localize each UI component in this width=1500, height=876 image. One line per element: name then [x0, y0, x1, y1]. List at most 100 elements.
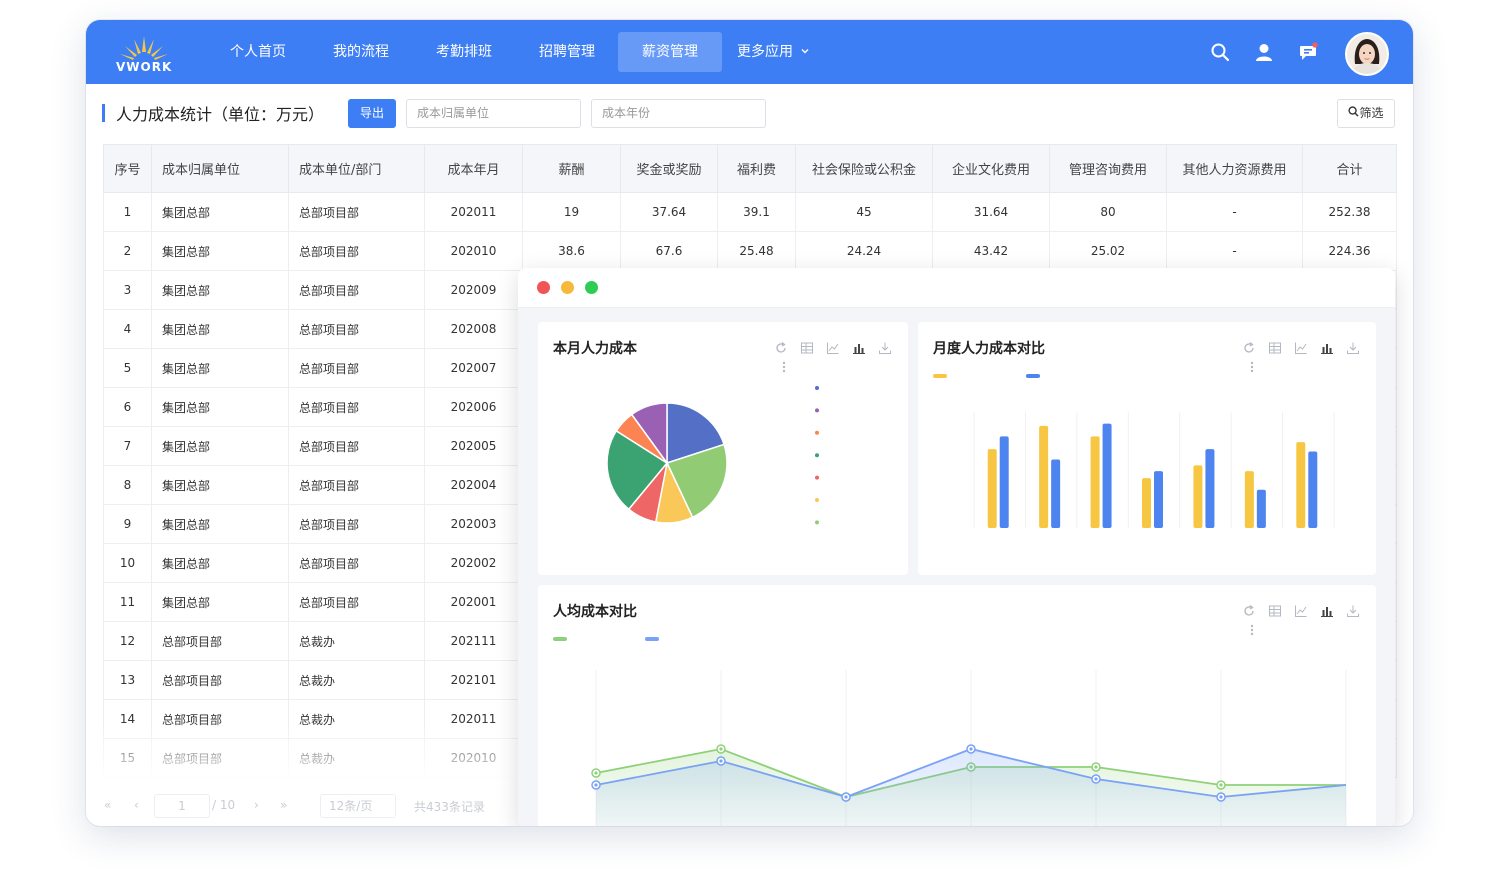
table-cell: 总部项目部 — [151, 660, 289, 700]
total-records: 共433条记录 — [414, 800, 485, 814]
popup-title-bar — [518, 268, 1395, 308]
filter-button[interactable]: 筛选 — [1337, 99, 1395, 128]
legend-marker — [815, 520, 819, 525]
column-header[interactable]: 奖金或奖励 — [620, 144, 718, 193]
table-cell: 总部项目部 — [288, 582, 425, 622]
column-header[interactable]: 福利费 — [717, 144, 796, 193]
table-row[interactable]: 1 集团总部 总部项目部 202011 19 37.64 39.1 45 31.64 80-252… — [103, 192, 1397, 232]
data-point-core — [1094, 777, 1098, 781]
table-cell: 2 — [103, 231, 152, 271]
user-icon[interactable] — [1254, 42, 1274, 62]
last-page-icon[interactable]: » — [280, 798, 287, 812]
page-size-select[interactable]: 12条/页 — [320, 794, 396, 818]
minimize-window-icon[interactable] — [561, 281, 574, 294]
legend-marker — [645, 637, 659, 641]
bar — [1051, 459, 1061, 528]
table-cell: 202006 — [424, 387, 523, 427]
column-header[interactable]: 其他人力资源费用 — [1166, 144, 1303, 193]
page-input[interactable]: 1 — [154, 794, 210, 818]
legend-marker — [553, 637, 567, 641]
table-cell: 集团总部 — [151, 426, 289, 466]
toolbar: 人力成本统计（单位：万元） 导出 成本归属单位 成本年份 筛选 — [86, 84, 1413, 142]
table-cell: 6 — [103, 387, 152, 427]
nav-attendance[interactable]: 考勤排班 — [420, 32, 508, 72]
table-cell: - — [1166, 192, 1303, 232]
nav-recruitment[interactable]: 招聘管理 — [523, 32, 611, 72]
nav-more-apps-label: 更多应用 — [737, 44, 793, 60]
table-cell: 总部项目部 — [288, 387, 425, 427]
table-cell: 202002 — [424, 543, 523, 583]
cost-unit-input[interactable]: 成本归属单位 — [406, 99, 581, 128]
column-header[interactable]: 合计 — [1302, 144, 1397, 193]
legend-marker — [815, 498, 819, 502]
table-cell: 总部项目部 — [288, 231, 425, 271]
table-cell: 202003 — [424, 504, 523, 544]
search-icon — [1348, 106, 1360, 117]
avatar-portrait — [1347, 34, 1387, 74]
maximize-window-icon[interactable] — [585, 281, 598, 294]
nav-home[interactable]: 个人首页 — [214, 32, 302, 72]
column-header[interactable]: 成本单位/部门 — [288, 144, 425, 193]
app-window: VWORK 个人首页 我的流程 考勤排班 招聘管理 薪资管理 更多应用 人力成本… — [86, 20, 1413, 826]
bar — [1142, 478, 1151, 528]
table-cell: 202101 — [424, 660, 523, 700]
pie-chart — [606, 386, 819, 525]
prev-page-icon[interactable]: ‹ — [134, 798, 139, 812]
column-header[interactable]: 管理咨询费用 — [1049, 144, 1167, 193]
message-icon[interactable] — [1298, 42, 1318, 62]
table-cell: 总部项目部 — [288, 426, 425, 466]
export-button[interactable]: 导出 — [348, 99, 396, 128]
table-cell: 总部项目部 — [288, 192, 425, 232]
data-point-core — [1094, 765, 1098, 769]
area-chart — [553, 637, 1347, 826]
column-header[interactable]: 序号 — [103, 144, 152, 193]
table-cell: 25.02 — [1049, 231, 1167, 271]
bar — [1205, 449, 1215, 528]
table-cell: 总部项目部 — [288, 465, 425, 505]
next-page-icon[interactable]: › — [254, 798, 259, 812]
legend-marker — [815, 475, 819, 480]
table-cell: 7 — [103, 426, 152, 466]
column-header[interactable]: 社会保险或公积金 — [795, 144, 933, 193]
table-cell: 37.64 — [620, 192, 718, 232]
table-cell: 202004 — [424, 465, 523, 505]
table-cell: 集团总部 — [151, 387, 289, 427]
bar — [999, 436, 1009, 528]
table-cell: 5 — [103, 348, 152, 388]
bar — [1090, 436, 1100, 528]
table-row[interactable]: 2 集团总部 总部项目部 202010 38.6 67.6 25.48 24.24 43.42 2… — [103, 231, 1397, 271]
bar — [1154, 471, 1163, 528]
table-cell: 38.6 — [522, 231, 621, 271]
bar-chart — [933, 374, 1335, 528]
column-header[interactable]: 成本归属单位 — [151, 144, 289, 193]
first-page-icon[interactable]: « — [104, 798, 111, 812]
bar — [1244, 471, 1254, 528]
table-cell: 11 — [103, 582, 152, 622]
table-cell: 总部项目部 — [288, 270, 425, 310]
table-cell: 4 — [103, 309, 152, 349]
nav-my-flow[interactable]: 我的流程 — [317, 32, 405, 72]
nav-more-apps[interactable]: 更多应用 — [737, 32, 821, 72]
legend-marker — [933, 374, 947, 378]
table-cell: 39.1 — [717, 192, 796, 232]
table-cell: 10 — [103, 543, 152, 583]
table-cell: 19 — [522, 192, 621, 232]
table-cell: 202005 — [424, 426, 523, 466]
table-cell: 13 — [103, 660, 152, 700]
legend-marker — [815, 430, 819, 435]
table-cell: 集团总部 — [151, 543, 289, 583]
bar-card: 月度人力成本对比 — [918, 322, 1376, 575]
column-header[interactable]: 企业文化费用 — [932, 144, 1050, 193]
data-point-core — [969, 747, 973, 751]
column-header[interactable]: 成本年月 — [424, 144, 523, 193]
nav-salary[interactable]: 薪资管理 — [618, 32, 722, 72]
table-header-row: 序号 成本归属单位 成本单位/部门 成本年月 薪酬 奖金或奖励 福利费 社会保险… — [103, 144, 1397, 193]
bar — [1256, 489, 1266, 528]
total-pages: / 10 — [212, 798, 236, 812]
cost-year-input[interactable]: 成本年份 — [591, 99, 766, 128]
avatar[interactable] — [1345, 32, 1389, 76]
column-header[interactable]: 薪酬 — [522, 144, 621, 193]
table-cell: 集团总部 — [151, 465, 289, 505]
close-window-icon[interactable] — [537, 281, 550, 294]
search-icon[interactable] — [1210, 42, 1230, 62]
